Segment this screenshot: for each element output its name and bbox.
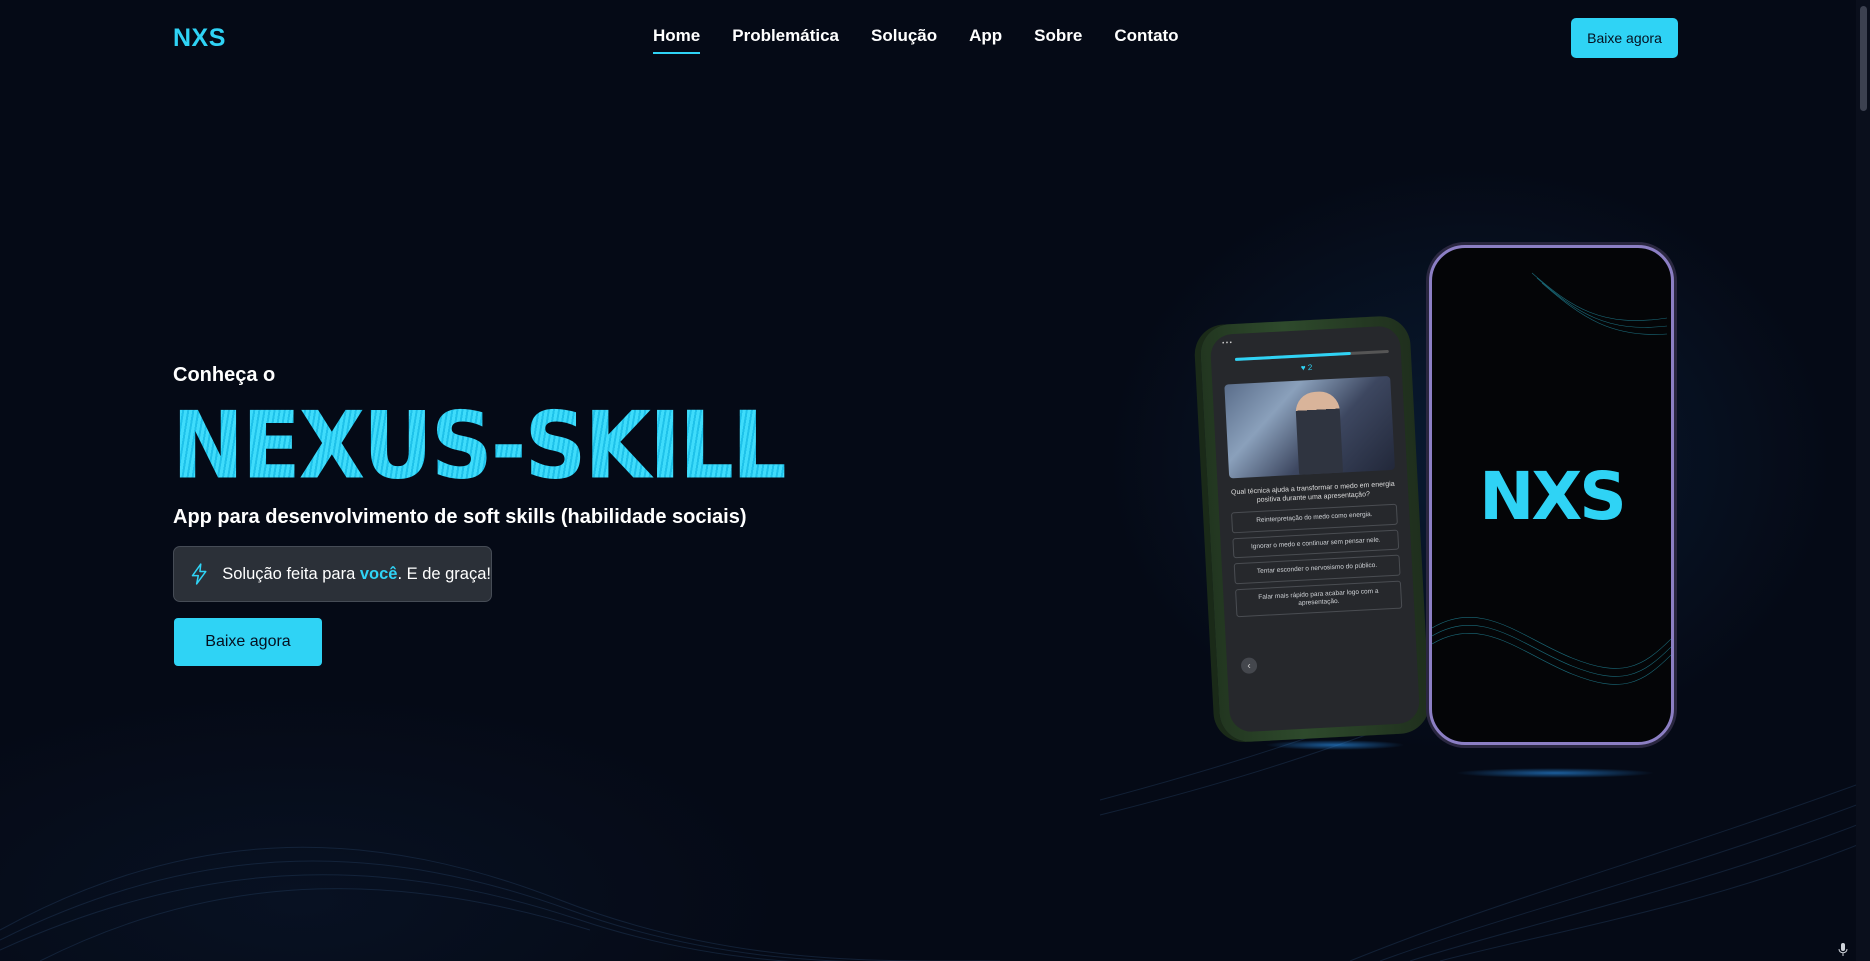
lives-value: 2 (1307, 362, 1313, 373)
phone-shadow-right (1455, 768, 1655, 778)
nav-sobre[interactable]: Sobre (1034, 26, 1082, 54)
quiz-progress-fill (1234, 351, 1351, 361)
lives-counter: ♥ 2 (1211, 358, 1401, 377)
quiz-option: Reinterpretação do medo como energia. (1231, 503, 1398, 533)
quiz-option: Falar mais rápido para acabar logo com a… (1235, 580, 1403, 618)
scrollbar-thumb[interactable] (1860, 6, 1867, 111)
speaker-figure (1294, 390, 1344, 477)
heart-icon: ♥ (1300, 363, 1306, 373)
nav-app[interactable]: App (969, 26, 1002, 54)
splash-logo: NXS (1479, 458, 1627, 535)
main-nav: Home Problemática Solução App Sobre Cont… (653, 26, 1211, 54)
hero-kicker: Conheça o (173, 364, 276, 386)
badge-text-after: . E de graça! (397, 564, 491, 583)
nav-home[interactable]: Home (653, 26, 701, 54)
free-solution-badge: Solução feita para você. E de graça! (173, 546, 492, 602)
microphone-icon[interactable] (1838, 943, 1848, 957)
lightning-icon (191, 563, 207, 585)
speaker-photo (1224, 375, 1396, 479)
badge-text: Solução feita para você. E de graça! (222, 565, 491, 584)
nav-contato[interactable]: Contato (1114, 26, 1178, 54)
phone-mockup-splash: NXS (1429, 245, 1674, 745)
hero-title: NEXUS-SKILL (172, 392, 787, 500)
quiz-screen: ▪ ▪ ▪ ♥ 2 Qual técnica ajuda a transform… (1209, 325, 1421, 733)
phone-mockup-quiz: ▪ ▪ ▪ ♥ 2 Qual técnica ajuda a transform… (1199, 314, 1431, 744)
hero-download-button[interactable]: Baixe agora (174, 618, 322, 666)
site-logo[interactable]: NXS (173, 24, 226, 53)
phone-shadow-left (1265, 740, 1405, 750)
badge-highlight: você (359, 564, 398, 583)
quiz-option: Ignorar o medo e continuar sem pensar ne… (1232, 529, 1400, 559)
header-download-button[interactable]: Baixe agora (1571, 18, 1678, 58)
nav-problematica[interactable]: Problemática (732, 26, 839, 54)
nav-solucao[interactable]: Solução (871, 26, 937, 54)
hero-subtitle: App para desenvolvimento de soft skills … (173, 506, 747, 528)
badge-text-before: Solução feita para (222, 564, 360, 583)
quiz-question: Qual técnica ajuda a transformar o medo … (1230, 480, 1395, 505)
chevron-left-icon: ‹ (1240, 657, 1258, 675)
quiz-option: Tentar esconder o nervosismo do público. (1233, 554, 1401, 584)
scrollbar[interactable] (1856, 0, 1870, 961)
